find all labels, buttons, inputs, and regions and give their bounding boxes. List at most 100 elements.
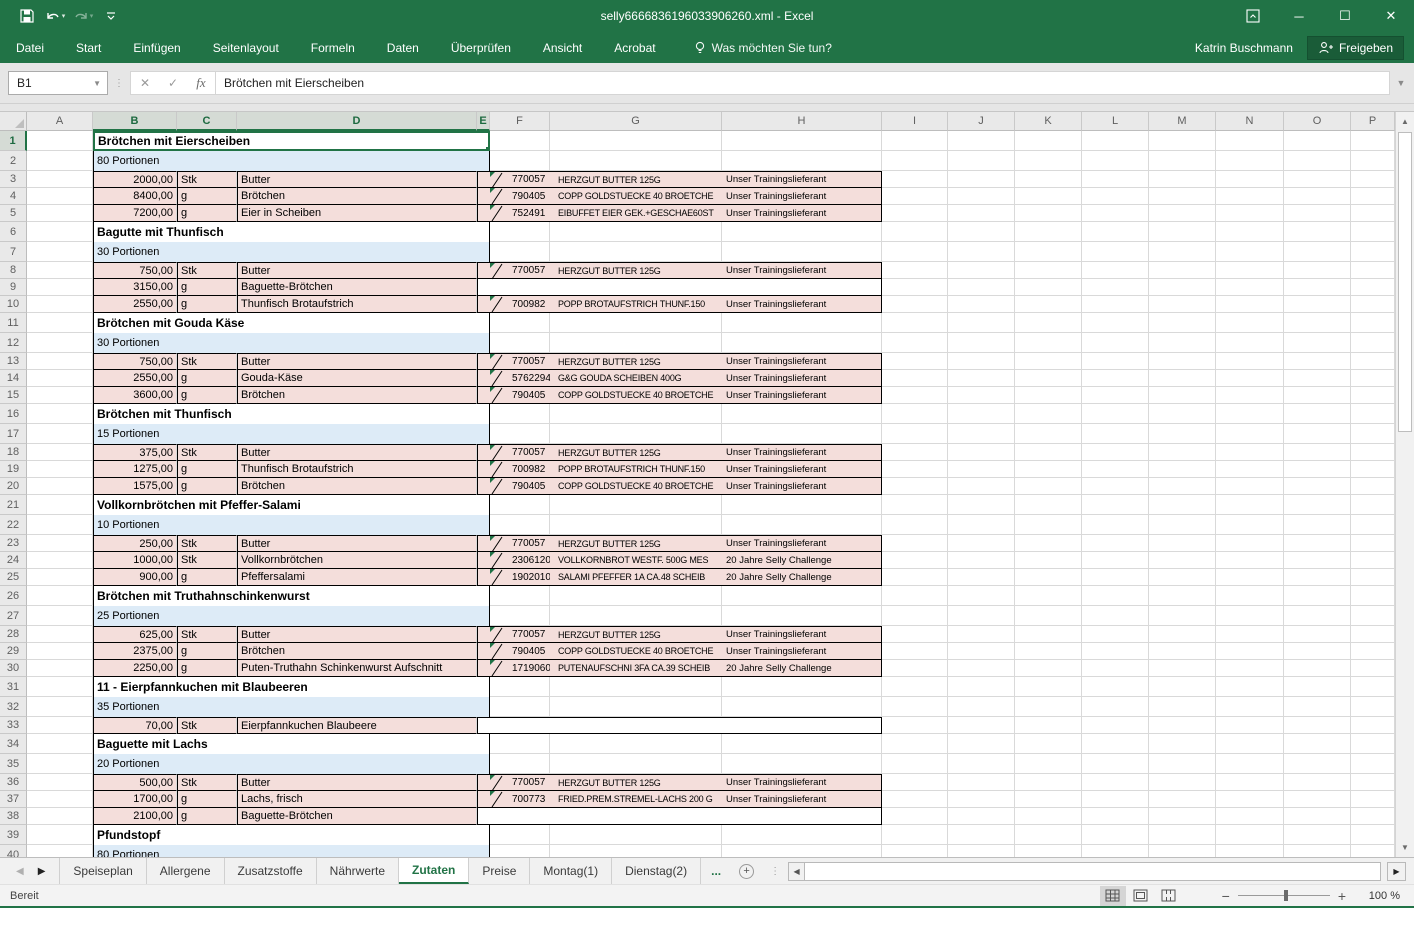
cell-L[interactable] <box>1082 677 1149 697</box>
cell-I[interactable] <box>882 643 948 660</box>
cell-A[interactable] <box>27 535 93 552</box>
article-number-cell[interactable]: 770057 <box>490 535 550 552</box>
undo-icon[interactable]: ▾ <box>42 3 68 29</box>
cell-A[interactable] <box>27 606 93 626</box>
cell-L[interactable] <box>1082 791 1149 808</box>
cell-I[interactable] <box>882 151 948 171</box>
cell-K[interactable] <box>1015 188 1082 205</box>
row-header-22[interactable]: 22 <box>0 515 27 535</box>
cell-P[interactable] <box>1351 444 1395 461</box>
cell-K[interactable] <box>1015 569 1082 586</box>
row-header-18[interactable]: 18 <box>0 444 27 461</box>
article-number-cell[interactable]: 770057 <box>490 262 550 279</box>
article-number-cell[interactable]: 700982 <box>490 461 550 478</box>
row-header-11[interactable]: 11 <box>0 313 27 333</box>
cell-N[interactable] <box>1216 808 1284 825</box>
cell-G[interactable] <box>550 333 722 353</box>
row-header-24[interactable]: 24 <box>0 552 27 569</box>
article-number-cell[interactable]: 5762294 <box>490 370 550 387</box>
supplier-cell[interactable]: Unser Trainingslieferant <box>722 387 882 404</box>
recipe-title-cell[interactable]: Baguette mit Lachs <box>93 734 490 754</box>
cell-J[interactable] <box>948 626 1015 643</box>
diagonal-cell[interactable] <box>477 774 490 791</box>
cell-K[interactable] <box>1015 606 1082 626</box>
cell-O[interactable] <box>1284 279 1351 296</box>
cell-I[interactable] <box>882 734 948 754</box>
minimize-button[interactable]: ─ <box>1276 0 1322 32</box>
product-cell[interactable]: EIBUFFET EIER GEK.+GESCHAE60ST <box>550 205 722 222</box>
cell-L[interactable] <box>1082 626 1149 643</box>
cell-P[interactable] <box>1351 188 1395 205</box>
cell-M[interactable] <box>1149 495 1216 515</box>
supplier-cell[interactable]: Unser Trainingslieferant <box>722 535 882 552</box>
cell-A[interactable] <box>27 279 93 296</box>
column-header-K[interactable]: K <box>1015 112 1082 131</box>
qty-cell[interactable]: 2250,00 <box>93 660 177 677</box>
page-layout-view-icon[interactable] <box>1128 886 1154 906</box>
cell-O[interactable] <box>1284 717 1351 734</box>
supplier-cell[interactable]: Unser Trainingslieferant <box>722 262 882 279</box>
row-header-17[interactable]: 17 <box>0 424 27 444</box>
cell-O[interactable] <box>1284 313 1351 333</box>
cell-A[interactable] <box>27 734 93 754</box>
scroll-right-icon[interactable]: ▶ <box>1387 862 1406 881</box>
cell-K[interactable] <box>1015 677 1082 697</box>
portions-cell[interactable]: 35 Portionen <box>93 697 490 717</box>
cell-I[interactable] <box>882 515 948 535</box>
cell-M[interactable] <box>1149 296 1216 313</box>
cell-K[interactable] <box>1015 754 1082 774</box>
cell-A[interactable] <box>27 370 93 387</box>
cell-M[interactable] <box>1149 333 1216 353</box>
cell-P[interactable] <box>1351 643 1395 660</box>
cell-O[interactable] <box>1284 754 1351 774</box>
diagonal-cell[interactable] <box>477 205 490 222</box>
cell-L[interactable] <box>1082 370 1149 387</box>
qty-cell[interactable]: 2375,00 <box>93 643 177 660</box>
qty-cell[interactable]: 500,00 <box>93 774 177 791</box>
row-header-36[interactable]: 36 <box>0 774 27 791</box>
cell-O[interactable] <box>1284 677 1351 697</box>
cell-A[interactable] <box>27 353 93 370</box>
row-header-21[interactable]: 21 <box>0 495 27 515</box>
cell-J[interactable] <box>948 734 1015 754</box>
cell-K[interactable] <box>1015 478 1082 495</box>
diagonal-cell[interactable] <box>477 387 490 404</box>
close-button[interactable]: ✕ <box>1368 0 1414 32</box>
cell-N[interactable] <box>1216 677 1284 697</box>
column-header-N[interactable]: N <box>1216 112 1284 131</box>
cell-K[interactable] <box>1015 626 1082 643</box>
recipe-title-cell[interactable]: Pfundstopf <box>93 825 490 845</box>
cell-M[interactable] <box>1149 697 1216 717</box>
cell-L[interactable] <box>1082 515 1149 535</box>
cell-J[interactable] <box>948 808 1015 825</box>
cell-K[interactable] <box>1015 404 1082 424</box>
cell-N[interactable] <box>1216 353 1284 370</box>
supplier-cell[interactable]: Unser Trainingslieferant <box>722 171 882 188</box>
cell-K[interactable] <box>1015 370 1082 387</box>
cell-A[interactable] <box>27 333 93 353</box>
cell-I[interactable] <box>882 717 948 734</box>
cell-I[interactable] <box>882 313 948 333</box>
product-cell[interactable]: COPP GOLDSTUECKE 40 BROETCHE <box>550 643 722 660</box>
cell-L[interactable] <box>1082 478 1149 495</box>
product-cell[interactable]: SALAMI PFEFFER 1A CA.48 SCHEIB <box>550 569 722 586</box>
product-cell[interactable]: HERZGUT BUTTER 125G <box>550 171 722 188</box>
cell-A[interactable] <box>27 495 93 515</box>
cell-O[interactable] <box>1284 333 1351 353</box>
diagonal-cell[interactable] <box>477 569 490 586</box>
cell-K[interactable] <box>1015 643 1082 660</box>
product-cell[interactable]: COPP GOLDSTUECKE 40 BROETCHE <box>550 387 722 404</box>
cell-O[interactable] <box>1284 478 1351 495</box>
cell-I[interactable] <box>882 387 948 404</box>
cell-I[interactable] <box>882 825 948 845</box>
cell-O[interactable] <box>1284 222 1351 242</box>
cell-O[interactable] <box>1284 586 1351 606</box>
horizontal-scrollbar[interactable]: ◀ ▶ <box>788 861 1406 881</box>
cell-J[interactable] <box>948 825 1015 845</box>
row-header-30[interactable]: 30 <box>0 660 27 677</box>
cell-L[interactable] <box>1082 461 1149 478</box>
column-header-A[interactable]: A <box>27 112 93 131</box>
unit-cell[interactable]: g <box>177 660 237 677</box>
row-header-33[interactable]: 33 <box>0 717 27 734</box>
cell-N[interactable] <box>1216 370 1284 387</box>
